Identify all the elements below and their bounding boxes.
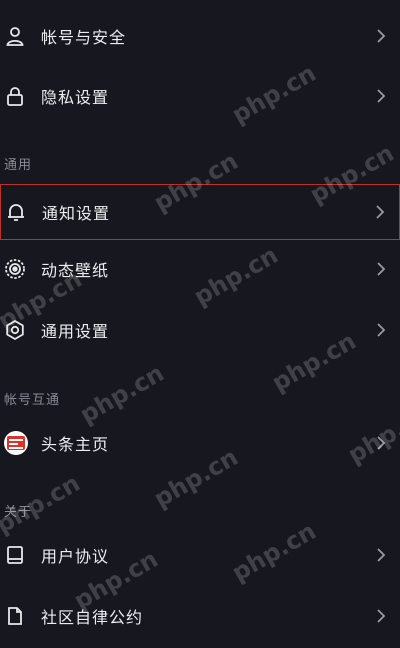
chevron-right-icon: [376, 88, 386, 104]
settings-item-community-guidelines[interactable]: 社区自律公约: [0, 588, 400, 644]
section-header-general: 通用: [4, 158, 33, 173]
settings-item-user-agreement[interactable]: 用户协议: [0, 527, 400, 583]
chevron-right-icon: [376, 28, 386, 44]
settings-item-label: 帐号与安全: [41, 28, 127, 47]
settings-item-privacy[interactable]: 隐私设置: [0, 68, 400, 124]
lock-icon: [4, 85, 26, 107]
settings-item-account-security[interactable]: 帐号与安全: [0, 8, 400, 64]
settings-item-toutiao-homepage[interactable]: 头条主页: [0, 415, 400, 471]
bell-icon: [5, 201, 27, 223]
section-header-about: 关于: [4, 505, 33, 520]
chevron-right-icon: [376, 608, 386, 624]
chevron-right-icon: [376, 435, 386, 451]
settings-item-label: 社区自律公约: [41, 608, 144, 627]
settings-item-label: 通用设置: [41, 322, 110, 341]
settings-item-label: 动态壁纸: [41, 261, 110, 280]
document-icon: [4, 605, 26, 627]
wallpaper-icon: [4, 258, 26, 280]
settings-item-label: 用户协议: [41, 547, 110, 566]
chevron-right-icon: [376, 547, 386, 563]
settings-item-notifications[interactable]: 通知设置: [0, 184, 400, 240]
settings-screen: 帐号与安全 隐私设置 通用 通知设置 动态壁纸 通用设置 帐号互通 头条主页 关…: [0, 0, 400, 648]
settings-item-label: 通知设置: [42, 204, 111, 223]
settings-item-live-wallpaper[interactable]: 动态壁纸: [0, 241, 400, 297]
section-header-account-link: 帐号互通: [4, 393, 61, 408]
toutiao-app-icon: [4, 431, 28, 455]
chevron-right-icon: [376, 322, 386, 338]
user-icon: [4, 25, 26, 47]
chevron-right-icon: [375, 204, 385, 220]
settings-item-label: 头条主页: [41, 435, 110, 454]
settings-item-general-settings[interactable]: 通用设置: [0, 302, 400, 358]
book-icon: [4, 544, 26, 566]
settings-item-label: 隐私设置: [41, 88, 110, 107]
gear-icon: [4, 319, 26, 341]
chevron-right-icon: [376, 261, 386, 277]
